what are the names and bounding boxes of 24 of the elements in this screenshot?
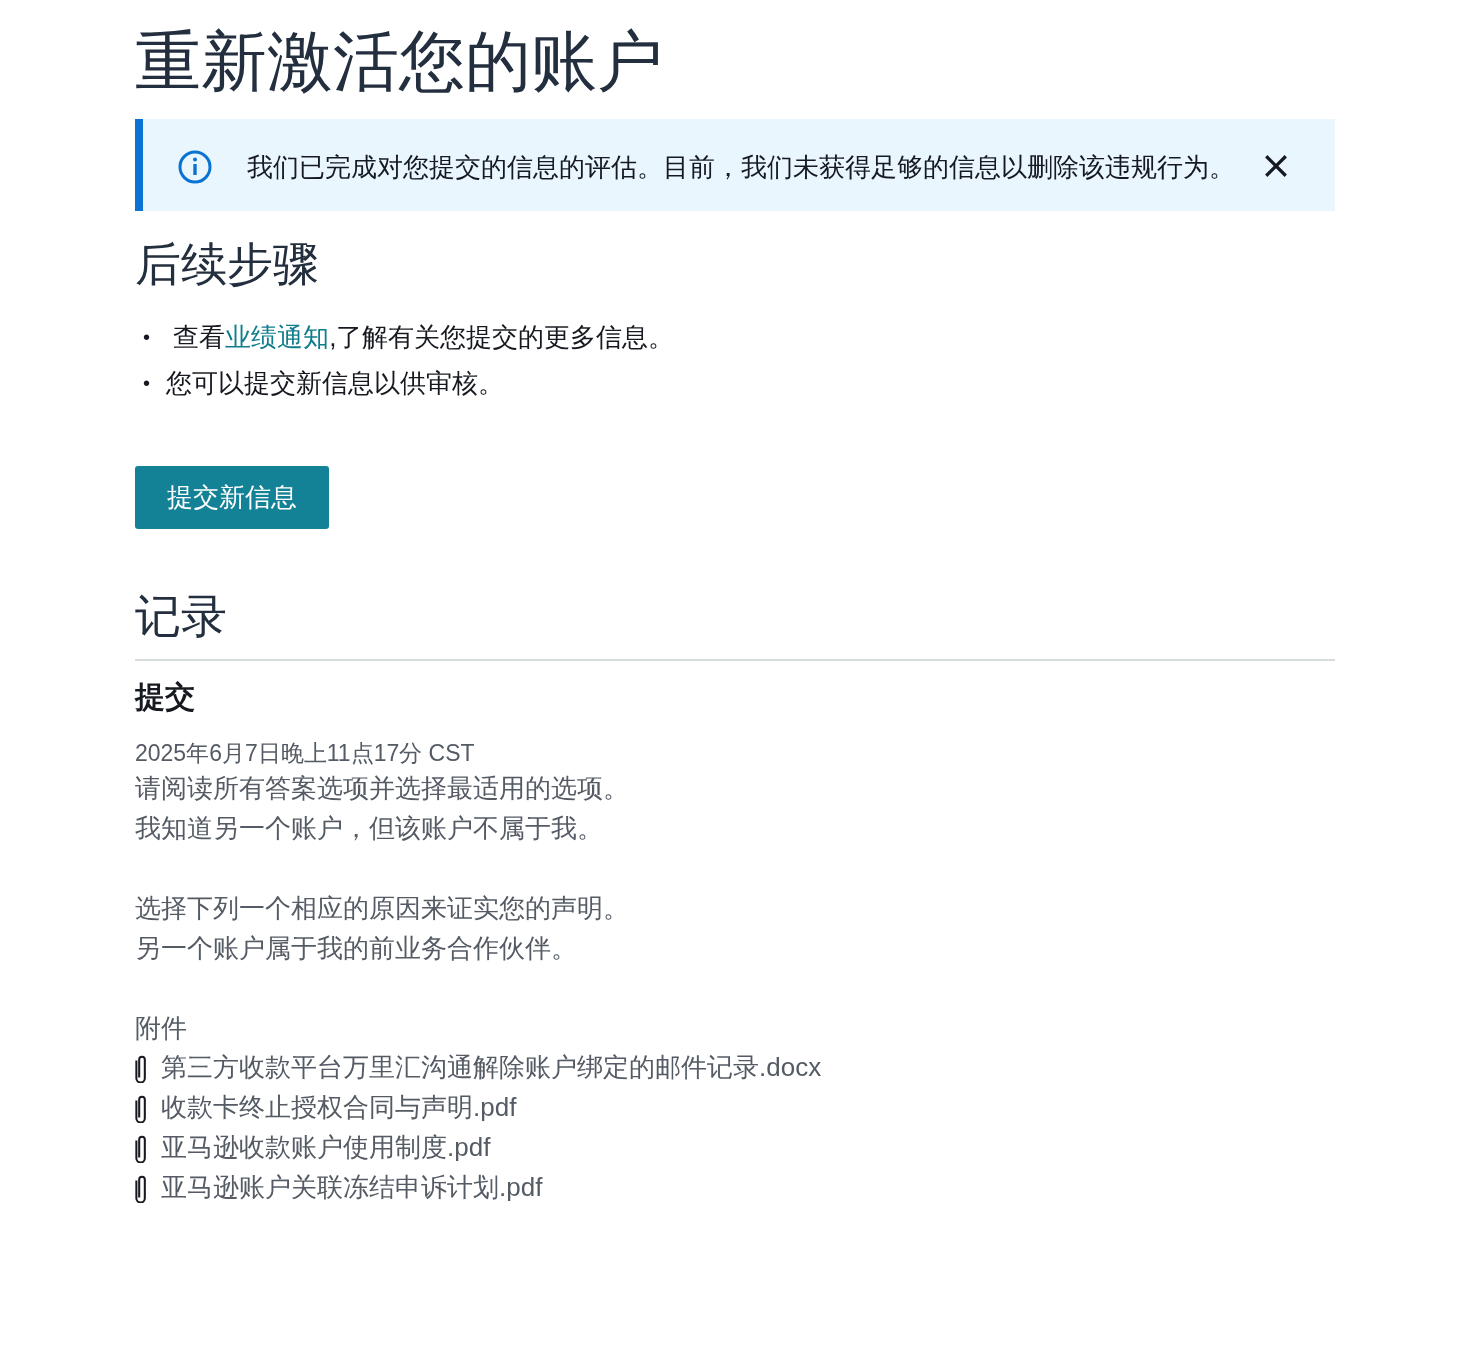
record-text: 另一个账户属于我的前业务合作伙伴。 <box>135 931 578 965</box>
timestamp: 2025年6月7日晚上11点17分 CST <box>135 738 476 768</box>
record-text: 我知道另一个账户，但该账户不属于我。 <box>135 811 604 845</box>
submit-button[interactable]: 提交新信息 <box>135 466 329 530</box>
link[interactable]: 业绩通知 <box>225 322 330 353</box>
section-heading: 记录 <box>135 589 228 645</box>
page-title: 重新激活您的账户 <box>135 23 664 100</box>
close-icon <box>1263 153 1289 180</box>
close-button[interactable] <box>1263 153 1289 180</box>
attachments-label: 附件 <box>135 1011 188 1045</box>
attachment-link[interactable]: 亚马逊账户关联冻结申诉计划.pdf <box>161 1170 543 1206</box>
bullet: • <box>143 325 150 351</box>
record-text: 选择下列一个相应的原因来证实您的声明。 <box>135 891 630 925</box>
attachment-link[interactable]: 收款卡终止授权合同与声明.pdf <box>161 1090 517 1126</box>
info-icon <box>177 149 213 186</box>
alert-message: 我们已完成对您提交的信息的评估。目前，我们未获得足够的信息以删除该违规行为。 <box>247 151 1236 185</box>
record-title: 提交 <box>135 678 196 715</box>
step-item: 您可以提交新信息以供审核。 <box>166 367 504 401</box>
step-item: 查看业绩通知,了解有关您提交的更多信息。 <box>172 321 675 355</box>
attachment-link[interactable]: 第三方收款平台万里汇沟通解除账户绑定的邮件记录.docx <box>161 1050 822 1086</box>
bullet: • <box>143 371 150 397</box>
attachment-link[interactable]: 亚马逊收款账户使用制度.pdf <box>161 1130 491 1166</box>
record-text: 请阅读所有答案选项并选择最适用的选项。 <box>135 771 630 805</box>
section-heading: 后续步骤 <box>135 237 320 293</box>
